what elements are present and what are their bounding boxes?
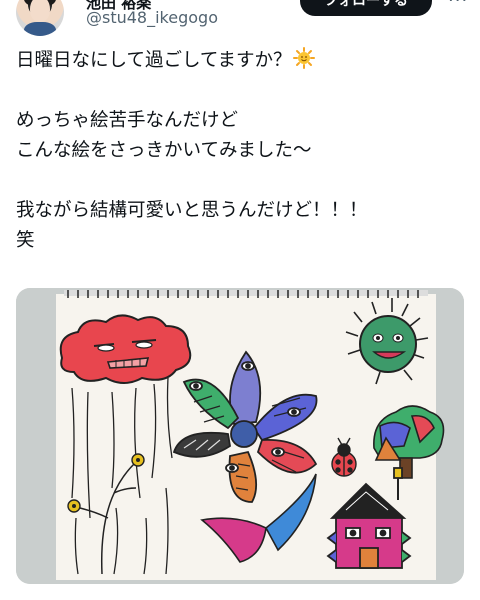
follow-button[interactable]: フォローする [300, 0, 432, 16]
attached-drawing-photo[interactable] [16, 288, 464, 584]
sun-with-face-icon [293, 47, 316, 69]
more-options-icon[interactable]: ··· [448, 0, 468, 11]
post-text: 日曜日なにして過ごしてますか？ めっちゃ絵苦手なんだけど こんな絵をさっきかいて… [16, 46, 466, 256]
post-header: 池田 裕楽 @stu48_ikegogo フォローする ··· [0, 0, 480, 36]
user-handle[interactable]: @stu48_ikegogo [86, 8, 218, 27]
text-blank-2 [16, 166, 466, 196]
text-line-3: めっちゃ絵苦手なんだけど [16, 110, 239, 131]
avatar[interactable] [16, 0, 64, 36]
drawing-image [16, 288, 464, 584]
text-blank-1 [16, 76, 466, 106]
text-line-1: 日曜日なにして過ごしてますか？ [16, 46, 466, 76]
text-line-6: 我ながら結構可愛いと思うんだけど！！！ [16, 200, 368, 221]
text-line-4: こんな絵をさっきかいてみました〜 [16, 140, 312, 161]
text-line-7: 笑 [16, 230, 35, 251]
